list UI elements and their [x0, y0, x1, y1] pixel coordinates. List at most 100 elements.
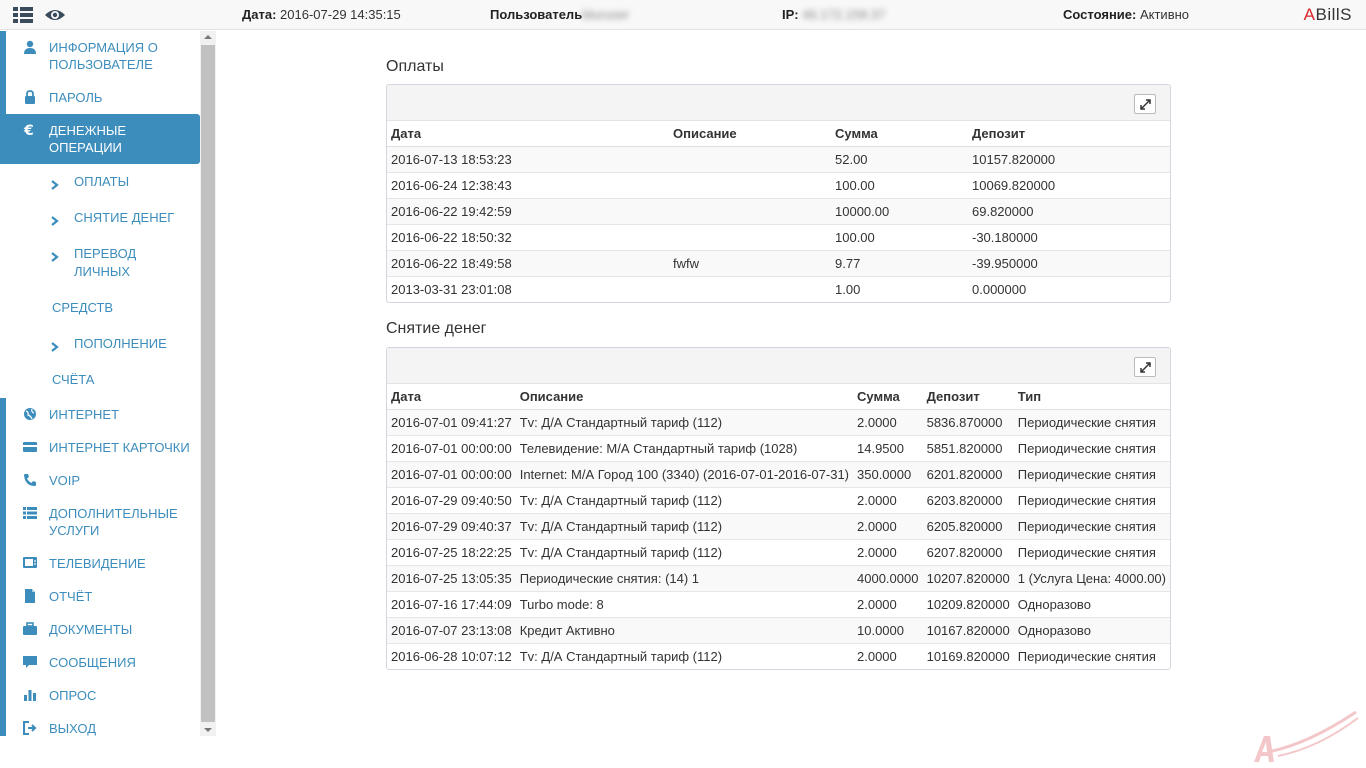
sidebar-item-logout[interactable]: Выход	[0, 712, 200, 736]
sidebar-item-user-info[interactable]: Информация о пользователе	[0, 31, 200, 81]
sidebar-item-documents[interactable]: Документы	[0, 613, 200, 646]
scroll-down-arrow-icon[interactable]	[204, 728, 212, 732]
table-cell: 10167.820000	[922, 616, 1014, 643]
scroll-up-arrow-icon[interactable]	[204, 35, 212, 39]
table-cell	[669, 146, 831, 172]
tv-icon	[23, 556, 37, 570]
sidebar-scrollbar[interactable]	[200, 31, 216, 736]
sidebar-item-label: Отчёт	[49, 589, 93, 604]
phone-icon	[23, 473, 37, 487]
eye-icon[interactable]	[44, 5, 66, 25]
brand-logo[interactable]: ABillS	[1304, 5, 1352, 25]
column-header[interactable]: Описание	[515, 384, 853, 410]
sidebar-item-internet-cards[interactable]: Интернет карточки	[0, 431, 200, 464]
column-header[interactable]: Дата	[387, 384, 516, 410]
column-header[interactable]: Сумма	[853, 384, 923, 410]
table-cell: 9.77	[831, 249, 968, 276]
table-cell: 52.00	[831, 146, 968, 172]
table-cell: 2016-07-25 18:22:25	[387, 538, 516, 565]
sidebar-item-label: Интернет	[49, 407, 120, 422]
table-cell: 10.0000	[853, 616, 923, 643]
chevron-right-icon	[51, 249, 59, 262]
sidebar-subitem-topup-cont[interactable]: счёта	[4, 362, 200, 398]
column-header[interactable]: Тип	[1013, 384, 1170, 410]
table-cell: 2.0000	[853, 538, 923, 565]
expand-button[interactable]	[1134, 94, 1156, 114]
table-cell: 2016-07-07 23:13:08	[387, 616, 516, 643]
table-cell: 2.0000	[853, 512, 923, 539]
table-cell: 2016-06-22 19:42:59	[387, 197, 669, 224]
sidebar-item-poll[interactable]: Опрос	[0, 679, 200, 712]
sidebar-subitem-transfer[interactable]: Перевод личных	[4, 236, 200, 290]
globe-icon	[23, 407, 37, 421]
sidebar-item-voip[interactable]: VoIP	[0, 464, 200, 497]
bar-chart-icon	[23, 688, 37, 702]
sidebar-item-label: Дополнительные услуги	[49, 506, 178, 538]
table-cell: 6207.820000	[922, 538, 1014, 565]
sidebar: Информация о пользователе Пароль € Денеж…	[0, 31, 216, 736]
table-cell: 10207.820000	[922, 564, 1014, 591]
sidebar-item-label: Документы	[49, 622, 133, 637]
table-header-row: Дата Описание Сумма Депозит	[387, 121, 1170, 147]
comment-icon	[23, 655, 37, 669]
sidebar-item-money-operations[interactable]: € Денежные операции	[0, 114, 200, 164]
table-cell: 6203.820000	[922, 486, 1014, 513]
sidebar-subitem-payments[interactable]: Оплаты	[4, 164, 200, 200]
table-cell: 2.0000	[853, 642, 923, 669]
table-cell: 4000.0000	[853, 564, 923, 591]
table-cell: -39.950000	[968, 249, 1170, 276]
scrollbar-thumb[interactable]	[201, 45, 215, 722]
user-field: Пользовательbluruser	[490, 7, 630, 22]
table-cell: 2016-07-29 09:40:50	[387, 486, 516, 513]
table-cell: Internet: М/А Город 100 (3340) (2016-07-…	[515, 460, 853, 487]
column-header[interactable]: Депозит	[968, 121, 1170, 147]
expand-button[interactable]	[1134, 357, 1156, 377]
table-row: 2016-07-29 09:40:37 Tv: Д/А Стандартный т…	[387, 512, 1170, 539]
sidebar-item-label: Пароль	[49, 90, 103, 105]
withdrawals-box: Дата Описание Сумма Депозит Тип 2016-07-…	[386, 347, 1171, 670]
chevron-right-icon	[51, 177, 59, 190]
table-cell: Периодические снятия	[1013, 538, 1170, 565]
table-cell: 2016-07-29 09:40:37	[387, 512, 516, 539]
sidebar-item-password[interactable]: Пароль	[0, 81, 200, 114]
table-cell	[669, 275, 831, 302]
table-row: 2016-07-07 23:13:08 Кредит Активно 10.0000…	[387, 616, 1170, 643]
column-header[interactable]: Описание	[669, 121, 831, 147]
column-header[interactable]: Депозит	[922, 384, 1014, 410]
sidebar-item-label: Сообщения	[49, 655, 136, 670]
table-cell: 6205.820000	[922, 512, 1014, 539]
sidebar-subitem-withdrawals[interactable]: Снятие денег	[4, 200, 200, 236]
euro-icon: €	[23, 123, 37, 139]
top-bar: Дата: 2016-07-29 14:35:15 Пользовательbl…	[0, 0, 1366, 30]
payments-title: Оплаты	[386, 58, 444, 75]
sidebar-item-additional-services[interactable]: Дополнительные услуги	[0, 497, 200, 547]
table-cell: 6201.820000	[922, 460, 1014, 487]
svg-text:€: €	[23, 123, 34, 137]
sidebar-item-television[interactable]: Телевидение	[0, 547, 200, 580]
payments-table: Дата Описание Сумма Депозит 2016-07-13 1…	[387, 121, 1170, 302]
list-icon[interactable]	[12, 5, 34, 25]
column-header[interactable]: Сумма	[831, 121, 968, 147]
table-cell: Телевидение: М/А Стандартный тариф (1028…	[515, 434, 853, 461]
table-cell: 10000.00	[831, 197, 968, 224]
sidebar-item-internet[interactable]: Интернет	[0, 398, 200, 431]
chevron-right-icon	[51, 213, 59, 226]
table-cell: 2016-06-24 12:38:43	[387, 171, 669, 198]
table-cell: 5836.870000	[922, 409, 1014, 435]
table-row: 2016-06-28 10:07:12 Tv: Д/А Стандартный т…	[387, 642, 1170, 669]
table-cell: 2016-06-28 10:07:12	[387, 642, 516, 669]
sidebar-subitem-topup[interactable]: Пополнение	[4, 326, 200, 362]
lock-icon	[23, 90, 37, 104]
table-cell: Tv: Д/А Стандартный тариф (112)	[515, 642, 853, 669]
sidebar-item-report[interactable]: Отчёт	[0, 580, 200, 613]
table-row: 2016-06-22 19:42:59 10000.00 69.820000	[387, 197, 1170, 224]
table-cell: 2016-06-22 18:49:58	[387, 249, 669, 276]
table-cell: 2016-07-01 00:00:00	[387, 460, 516, 487]
table-row: 2013-03-31 23:01:08 1.00 0.000000	[387, 275, 1170, 302]
table-row: 2016-07-25 13:05:35 Периодические снятия:…	[387, 564, 1170, 591]
briefcase-icon	[23, 622, 37, 636]
column-header[interactable]: Дата	[387, 121, 669, 147]
sidebar-subitem-transfer-cont[interactable]: средств	[4, 290, 200, 326]
sidebar-item-label: Выход	[49, 721, 97, 736]
sidebar-item-messages[interactable]: Сообщения	[0, 646, 200, 679]
